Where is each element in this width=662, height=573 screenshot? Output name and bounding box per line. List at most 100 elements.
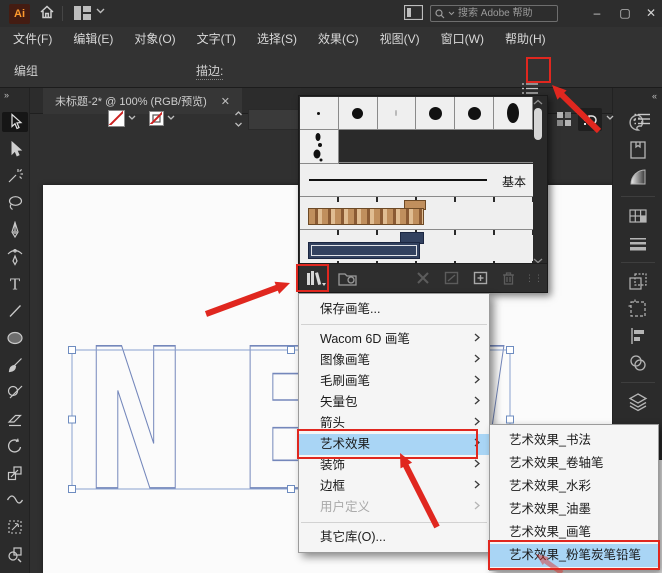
scale-tool[interactable] bbox=[2, 463, 28, 483]
shaper-tool[interactable] bbox=[2, 382, 28, 402]
paintbrush-tool[interactable] bbox=[2, 355, 28, 375]
scroll-up-icon[interactable] bbox=[532, 99, 544, 105]
shape-builder-tool[interactable] bbox=[2, 544, 28, 564]
titlebar: Ai 搜索 Adobe 帮助 – ▢ ✕ bbox=[0, 0, 662, 27]
new-brush-icon[interactable] bbox=[473, 271, 488, 285]
submenu-item-chalk-charcoal-pencil[interactable]: 艺术效果_粉笔炭笔铅笔 bbox=[490, 544, 658, 567]
brushes-scrollbar[interactable] bbox=[532, 99, 544, 264]
home-icon[interactable] bbox=[38, 3, 56, 21]
gradient-panel-icon[interactable] bbox=[627, 166, 649, 188]
document-tab[interactable]: 未标题-2* @ 100% (RGB/预览) ✕ bbox=[43, 88, 242, 114]
menu-effect[interactable]: 效果(C) bbox=[318, 30, 359, 47]
resize-grip-icon[interactable]: ⋮⋮ bbox=[525, 273, 543, 284]
stroke-panel-icon[interactable] bbox=[627, 232, 649, 254]
expand-tools-icon[interactable]: » bbox=[4, 90, 9, 100]
direct-selection-tool[interactable] bbox=[2, 139, 28, 159]
chevron-down-icon[interactable] bbox=[96, 8, 105, 14]
close-button[interactable]: ✕ bbox=[640, 3, 662, 23]
pattern-brush-row-1[interactable] bbox=[300, 197, 533, 230]
shape-properties-button[interactable] bbox=[578, 108, 602, 131]
submenu-item-calligraphy[interactable]: 艺术效果_书法 bbox=[490, 429, 658, 452]
ellipse-tool[interactable] bbox=[2, 328, 28, 348]
collapse-dock-icon[interactable]: « bbox=[652, 91, 657, 101]
rotate-tool[interactable] bbox=[2, 436, 28, 456]
align-panel-icon[interactable] bbox=[627, 325, 649, 347]
menu-item-image-brushes[interactable]: 图像画笔 bbox=[299, 350, 489, 371]
brush-item[interactable] bbox=[416, 97, 456, 130]
menu-item-arrows[interactable]: 箭头 bbox=[299, 413, 489, 434]
eraser-tool[interactable] bbox=[2, 409, 28, 429]
swatches-panel-icon[interactable] bbox=[627, 205, 649, 227]
menu-type[interactable]: 文字(T) bbox=[197, 30, 236, 47]
layers-panel-icon[interactable] bbox=[627, 391, 649, 413]
minimize-button[interactable]: – bbox=[586, 3, 608, 23]
selection-tool[interactable] bbox=[2, 112, 28, 132]
basic-brush-row[interactable]: 基本 bbox=[300, 164, 533, 197]
menu-item-wacom-6d[interactable]: Wacom 6D 画笔 bbox=[299, 329, 489, 350]
brush-item[interactable] bbox=[300, 130, 339, 164]
brushes-panel-menu-icon[interactable] bbox=[521, 82, 539, 95]
menu-item-vector-pack[interactable]: 矢量包 bbox=[299, 392, 489, 413]
free-transform-tool[interactable] bbox=[2, 517, 28, 537]
libraries-panel-icon[interactable] bbox=[337, 269, 359, 287]
dock-separator bbox=[621, 382, 655, 383]
pattern-brush-row-2[interactable] bbox=[300, 230, 533, 266]
submenu-arrow-icon bbox=[474, 459, 480, 468]
magic-wand-tool[interactable] bbox=[2, 166, 28, 186]
control-panel-menu-icon[interactable] bbox=[634, 112, 650, 126]
menu-help[interactable]: 帮助(H) bbox=[505, 30, 546, 47]
stroke-weight-field[interactable] bbox=[248, 109, 304, 130]
scrollbar-thumb[interactable] bbox=[534, 108, 542, 140]
help-search-input[interactable]: 搜索 Adobe 帮助 bbox=[430, 5, 558, 22]
brush-libraries-menu-icon[interactable] bbox=[305, 269, 327, 287]
brush-item[interactable] bbox=[493, 97, 533, 130]
menu-object[interactable]: 对象(O) bbox=[134, 30, 175, 47]
menu-item-decorative[interactable]: 装饰 bbox=[299, 455, 489, 476]
menu-item-artistic[interactable]: 艺术效果 bbox=[299, 434, 489, 455]
recolor-artwork-icon[interactable] bbox=[556, 111, 572, 127]
brush-item[interactable] bbox=[338, 97, 378, 130]
artboards-panel-icon[interactable] bbox=[627, 298, 649, 320]
width-tool[interactable] bbox=[2, 490, 28, 510]
menu-item-save-brushes[interactable]: 保存画笔... bbox=[299, 299, 489, 320]
submenu-item-paintbrush[interactable]: 艺术效果_画笔 bbox=[490, 521, 658, 544]
menu-item-borders[interactable]: 边框 bbox=[299, 476, 489, 497]
stroke-swatch-chevron-icon[interactable] bbox=[167, 115, 175, 120]
transparency-panel-icon[interactable] bbox=[627, 271, 649, 293]
color-guide-panel-icon[interactable] bbox=[627, 139, 649, 161]
menu-select[interactable]: 选择(S) bbox=[257, 30, 297, 47]
menu-file[interactable]: 文件(F) bbox=[13, 30, 52, 47]
pen-tool[interactable] bbox=[2, 220, 28, 240]
panel-toggle-icon[interactable] bbox=[404, 5, 423, 20]
menu-edit[interactable]: 编辑(E) bbox=[73, 30, 113, 47]
brush-item[interactable] bbox=[300, 97, 339, 130]
menu-item-user-defined: 用户定义 bbox=[299, 497, 489, 518]
menu-item-bristle-brushes[interactable]: 毛刷画笔 bbox=[299, 371, 489, 392]
menu-view[interactable]: 视图(V) bbox=[380, 30, 420, 47]
lasso-tool[interactable] bbox=[2, 193, 28, 213]
tab-close-icon[interactable]: ✕ bbox=[221, 95, 230, 108]
submenu-item-ink[interactable]: 艺术效果_油墨 bbox=[490, 498, 658, 521]
titlebar-separator bbox=[62, 6, 63, 21]
scatter-brush-row bbox=[300, 130, 533, 164]
line-segment-tool[interactable] bbox=[2, 301, 28, 321]
dock-separator bbox=[621, 196, 655, 197]
stroke-weight-stepper[interactable] bbox=[234, 108, 243, 130]
fill-chevron-icon[interactable] bbox=[128, 115, 136, 120]
brush-item[interactable] bbox=[455, 97, 494, 130]
calligraphic-brush-row bbox=[300, 97, 533, 130]
fill-swatch-none[interactable] bbox=[108, 110, 125, 127]
menu-window[interactable]: 窗口(W) bbox=[441, 30, 484, 47]
submenu-item-scroll-pen[interactable]: 艺术效果_卷轴笔 bbox=[490, 452, 658, 475]
menu-item-other-library[interactable]: 其它库(O)... bbox=[299, 527, 489, 548]
curvature-tool[interactable] bbox=[2, 247, 28, 267]
shape-properties-chevron-icon[interactable] bbox=[606, 115, 614, 120]
stroke-swatch-none[interactable] bbox=[149, 111, 164, 126]
submenu-item-watercolor[interactable]: 艺术效果_水彩 bbox=[490, 475, 658, 498]
maximize-button[interactable]: ▢ bbox=[614, 3, 636, 23]
panel-dock: « bbox=[612, 88, 662, 460]
type-tool[interactable]: T bbox=[2, 274, 28, 294]
symbols-panel-icon[interactable] bbox=[627, 352, 649, 374]
brush-item[interactable] bbox=[377, 97, 417, 130]
arrange-documents-icon[interactable] bbox=[74, 6, 91, 20]
